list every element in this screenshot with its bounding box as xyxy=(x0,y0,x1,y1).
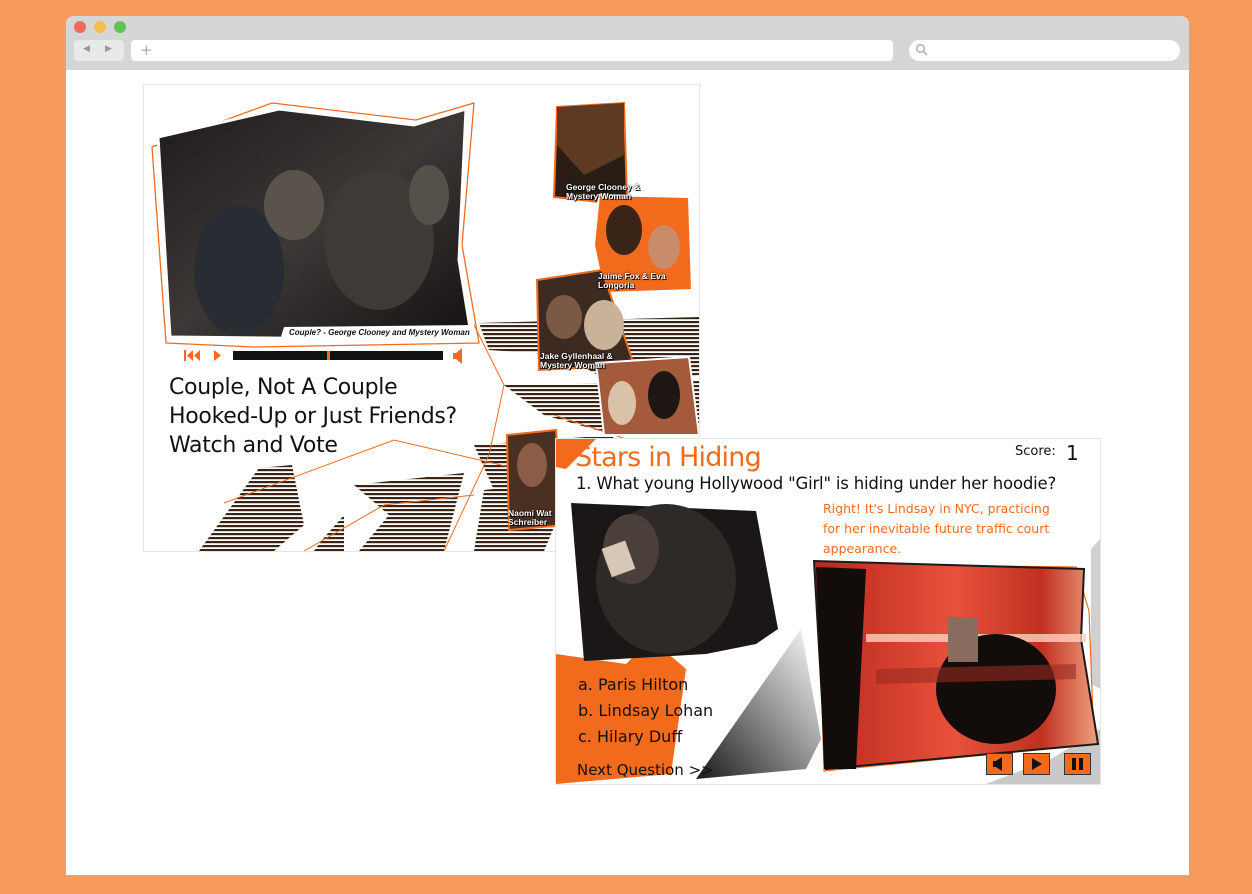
browser-window: ◀ ▶ + Couple? - George Clooney and Myste… xyxy=(66,16,1189,875)
quiz-title: Stars in Hiding xyxy=(575,442,762,473)
back-arrow-icon[interactable]: ◀ xyxy=(83,44,90,54)
forward-arrow-icon[interactable]: ▶ xyxy=(105,44,112,54)
volume-button[interactable] xyxy=(986,753,1013,775)
thumb-figure xyxy=(648,225,680,269)
video-figure xyxy=(264,170,324,240)
new-tab-plus-icon[interactable]: + xyxy=(140,41,153,59)
headline-line[interactable]: Watch and Vote xyxy=(169,431,457,460)
thumb-figure xyxy=(546,295,582,339)
grey-shard xyxy=(1091,539,1100,689)
stripe-shard xyxy=(354,473,464,551)
next-question-link[interactable]: Next Question >> xyxy=(577,761,714,779)
thumb-figure xyxy=(608,381,636,425)
progress-thumb[interactable] xyxy=(327,351,330,360)
thumbnail-label: Mystery Woman xyxy=(566,191,632,201)
score-value: 1 xyxy=(1066,441,1079,465)
pause-icon xyxy=(1072,758,1083,770)
quiz-option-b[interactable]: b. Lindsay Lohan xyxy=(578,701,713,720)
video-figure xyxy=(409,165,449,225)
thumbnail-item[interactable]: Jaime Fox & Eva Longoria xyxy=(598,272,666,290)
thumbnail-label: Longoria xyxy=(598,280,635,290)
search-icon xyxy=(915,43,928,56)
thumb-figure xyxy=(584,300,624,350)
headline: Couple, Not A Couple Hooked-Up or Just F… xyxy=(169,373,457,460)
maximize-window-button[interactable] xyxy=(114,21,126,33)
quiz-option-a[interactable]: a. Paris Hilton xyxy=(578,675,688,694)
play-icon xyxy=(1032,758,1042,770)
search-input[interactable] xyxy=(909,40,1180,61)
quiz-option-c[interactable]: c. Hilary Duff xyxy=(578,727,682,746)
score-label: Score: xyxy=(1015,444,1056,459)
headline-line: Couple, Not A Couple xyxy=(169,375,398,400)
thumb-figure xyxy=(648,371,680,419)
address-bar[interactable]: + xyxy=(131,40,893,61)
stripe-shard xyxy=(314,515,344,551)
close-window-button[interactable] xyxy=(74,21,86,33)
thumbnail-item[interactable]: George Clooney & Mystery Woman xyxy=(566,183,640,201)
video-caption: Couple? - George Clooney and Mystery Wom… xyxy=(289,328,470,337)
stripe-shard xyxy=(199,465,304,551)
thumb-figure xyxy=(517,443,547,487)
volume-icon xyxy=(993,757,1002,771)
volume-icon[interactable] xyxy=(453,348,462,364)
quiz-panel: Stars in Hiding Score: 1 1. What young H… xyxy=(555,438,1101,785)
browser-toolbar: ◀ ▶ + xyxy=(66,16,1189,70)
progress-track[interactable] xyxy=(233,351,443,360)
play-icon[interactable] xyxy=(214,350,221,361)
headline-line: Hooked-Up or Just Friends? xyxy=(169,404,457,429)
play-button[interactable] xyxy=(1023,753,1050,775)
thumbnail-label: Schreiber xyxy=(508,517,548,527)
quiz-video-figure xyxy=(948,617,978,662)
pause-button[interactable] xyxy=(1064,753,1091,775)
thumb-figure xyxy=(606,205,642,255)
answer-feedback: Right! It's Lindsay in NYC, practicing f… xyxy=(823,501,1050,556)
minimize-window-button[interactable] xyxy=(94,21,106,33)
quiz-question: 1. What young Hollywood "Girl" is hiding… xyxy=(576,474,1057,493)
thumbnail-item[interactable]: Naomi Wat Schreiber xyxy=(508,509,552,527)
rewind-icon[interactable] xyxy=(184,350,200,361)
thumbnail-item[interactable]: Jake Gyllenhaal & Mystery Woman xyxy=(540,352,613,370)
thumbnail-label: Mystery Woman xyxy=(540,360,606,370)
nav-buttons: ◀ ▶ xyxy=(74,40,124,61)
